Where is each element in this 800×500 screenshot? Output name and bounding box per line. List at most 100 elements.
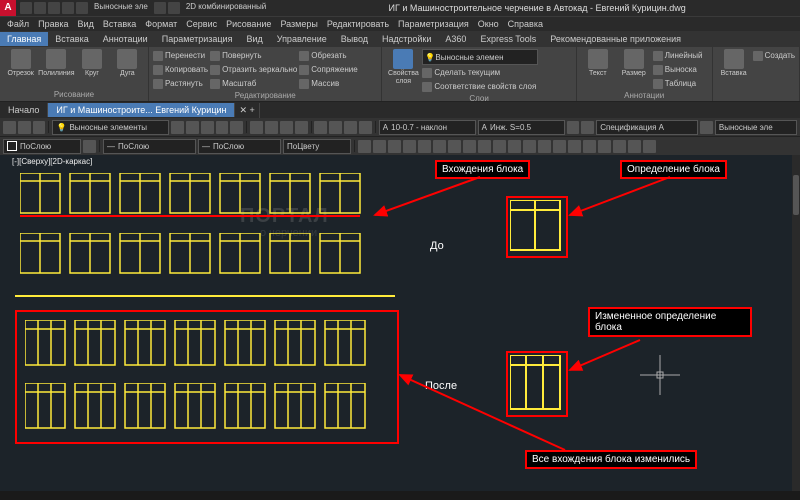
- qat-undo-icon[interactable]: [62, 2, 74, 14]
- tb-icon[interactable]: [373, 140, 386, 153]
- tab-view[interactable]: Вид: [239, 32, 269, 46]
- doctab-drawing[interactable]: ИГ и Машиностроите... Евгений Курицин: [48, 103, 235, 117]
- tb-icon[interactable]: [418, 140, 431, 153]
- qat-redo-icon[interactable]: [76, 2, 88, 14]
- menu-insert[interactable]: Вставка: [99, 19, 140, 29]
- tb-icon[interactable]: [329, 121, 342, 134]
- trim-button[interactable]: Обрезать: [299, 49, 357, 62]
- tb-icon[interactable]: [359, 121, 372, 134]
- tab-home[interactable]: Главная: [0, 32, 48, 46]
- tb-icon[interactable]: [3, 121, 16, 134]
- tab-featured[interactable]: Рекомендованные приложения: [543, 32, 688, 46]
- layer-combo[interactable]: 💡 Выносные элемен: [422, 49, 538, 65]
- menu-file[interactable]: Файл: [3, 19, 33, 29]
- tb-icon[interactable]: [463, 140, 476, 153]
- scroll-thumb[interactable]: [793, 175, 799, 215]
- fillet-button[interactable]: Сопряжение: [299, 63, 357, 76]
- color-combo[interactable]: ПоСлою: [3, 139, 81, 154]
- tb-icon[interactable]: [388, 140, 401, 153]
- plot-combo[interactable]: ПоЦвету: [283, 139, 351, 154]
- tb-icon[interactable]: [613, 140, 626, 153]
- tb-icon[interactable]: [583, 140, 596, 153]
- tb-icon[interactable]: [314, 121, 327, 134]
- leader-button[interactable]: Выноска: [653, 63, 703, 76]
- copy-button[interactable]: Копировать: [153, 63, 208, 76]
- array-button[interactable]: Массив: [299, 77, 357, 90]
- tab-insert[interactable]: Вставка: [48, 32, 95, 46]
- tb-icon[interactable]: [448, 140, 461, 153]
- tb-icon[interactable]: [553, 140, 566, 153]
- qat-open-icon[interactable]: [34, 2, 46, 14]
- tb-icon[interactable]: [628, 140, 641, 153]
- tb-icon[interactable]: [568, 140, 581, 153]
- arc-button[interactable]: Дуга: [111, 49, 144, 78]
- tb-icon[interactable]: [598, 140, 611, 153]
- tb-icon[interactable]: [295, 121, 308, 134]
- dim-button[interactable]: Размер: [617, 49, 651, 78]
- tb-icon[interactable]: [581, 121, 594, 134]
- tb-icon[interactable]: [280, 121, 293, 134]
- tb-icon[interactable]: [230, 121, 243, 134]
- tab-a360[interactable]: A360: [438, 32, 473, 46]
- tab-param[interactable]: Параметризация: [155, 32, 240, 46]
- qat-save-icon[interactable]: [48, 2, 60, 14]
- tb-icon[interactable]: [523, 140, 536, 153]
- qat-combo-1[interactable]: Выносные эле: [94, 2, 148, 14]
- tb-icon[interactable]: [344, 121, 357, 134]
- tb-icon[interactable]: [538, 140, 551, 153]
- tb-icon[interactable]: [478, 140, 491, 153]
- qat-icon-b[interactable]: [168, 2, 180, 14]
- tb-icon[interactable]: [171, 121, 184, 134]
- tb-icon[interactable]: [493, 140, 506, 153]
- tab-express[interactable]: Express Tools: [473, 32, 543, 46]
- table-button[interactable]: Таблица: [653, 77, 703, 90]
- match-layer-button[interactable]: Соответствие свойств слоя: [422, 80, 538, 93]
- drawing-canvas[interactable]: [-][Сверху][2D-каркас] ПОРТАЛ о черчении…: [0, 155, 800, 491]
- menu-draw[interactable]: Рисование: [222, 19, 275, 29]
- menu-format[interactable]: Формат: [141, 19, 181, 29]
- rotate-button[interactable]: Повернуть: [210, 49, 297, 62]
- polyline-button[interactable]: Полилиния: [39, 49, 73, 78]
- vertical-scrollbar[interactable]: [792, 155, 800, 491]
- lweight-combo[interactable]: — ПоСлою: [198, 139, 281, 154]
- menu-window[interactable]: Окно: [474, 19, 503, 29]
- tb-icon[interactable]: [700, 121, 713, 134]
- tb-icon[interactable]: [201, 121, 214, 134]
- tb-icon[interactable]: [643, 140, 656, 153]
- stretch-button[interactable]: Растянуть: [153, 77, 208, 90]
- tb-icon[interactable]: [216, 121, 229, 134]
- move-button[interactable]: Перенести: [153, 49, 208, 62]
- tab-output[interactable]: Вывод: [334, 32, 375, 46]
- view-label[interactable]: [-][Сверху][2D-каркас]: [12, 157, 92, 166]
- mirror-button[interactable]: Отразить зеркально: [210, 63, 297, 76]
- tb-icon[interactable]: [567, 121, 580, 134]
- tb-mleader-combo[interactable]: Спецификация A: [596, 120, 698, 135]
- tb-icon[interactable]: [508, 140, 521, 153]
- menu-param[interactable]: Параметризация: [394, 19, 473, 29]
- tb-layer-combo[interactable]: 💡 Выносные элементы: [52, 120, 169, 135]
- doctab-add[interactable]: ✕ +: [235, 103, 259, 118]
- menu-dim[interactable]: Размеры: [276, 19, 321, 29]
- ltype-combo[interactable]: — ПоСлою: [103, 139, 196, 154]
- menu-view[interactable]: Вид: [74, 19, 98, 29]
- menu-edit[interactable]: Правка: [34, 19, 72, 29]
- tb-table-combo[interactable]: Выносные эле: [715, 120, 797, 135]
- qat-new-icon[interactable]: [20, 2, 32, 14]
- text-button[interactable]: Текст: [581, 49, 615, 78]
- menu-service[interactable]: Сервис: [182, 19, 221, 29]
- tb-icon[interactable]: [33, 121, 46, 134]
- tab-annot[interactable]: Аннотации: [96, 32, 155, 46]
- scale-button[interactable]: Масштаб: [210, 77, 297, 90]
- menu-help[interactable]: Справка: [504, 19, 547, 29]
- tb-textstyle-combo[interactable]: A 10-0.7 - наклон: [379, 120, 476, 135]
- app-icon[interactable]: A: [0, 0, 16, 16]
- layer-props-button[interactable]: Свойства слоя: [386, 49, 420, 86]
- tab-manage[interactable]: Управление: [270, 32, 334, 46]
- qat-icon-a[interactable]: [154, 2, 166, 14]
- tb-icon[interactable]: [403, 140, 416, 153]
- create-block-button[interactable]: Создать: [753, 49, 795, 62]
- tb-icon[interactable]: [433, 140, 446, 153]
- insert-block-button[interactable]: Вставка: [717, 49, 751, 78]
- tab-addins[interactable]: Надстройки: [375, 32, 438, 46]
- qat-combo-2[interactable]: 2D комбинированный: [186, 2, 266, 14]
